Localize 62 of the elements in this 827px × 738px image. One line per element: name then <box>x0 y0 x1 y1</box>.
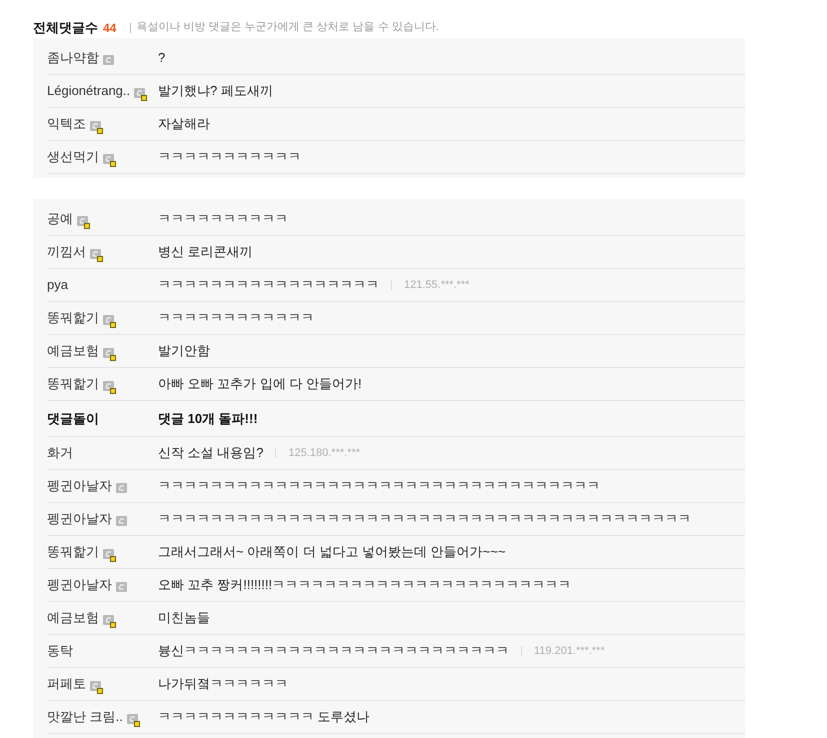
comment-author[interactable]: 끼낌서 <box>47 242 86 262</box>
comment-author[interactable]: pya <box>47 275 68 295</box>
member-badge-icon <box>103 314 116 328</box>
comment-text: 댓글 10개 돌파!!! <box>158 410 258 428</box>
comment-author[interactable]: 맛깔난 크림.. <box>47 707 123 727</box>
comment-author[interactable]: 동탁 <box>47 641 73 661</box>
comment-text: 나가뒤졐ㅋㅋㅋㅋㅋㅋ <box>158 675 288 694</box>
comment-text: 발기했냐? 페도새끼 <box>158 82 273 100</box>
comment-text: ㅋㅋㅋㅋㅋㅋㅋㅋㅋㅋㅋㅋ 도루셨나 <box>158 708 370 726</box>
comment-text: 신작 소설 내용임? <box>158 444 264 462</box>
member-badge-icon <box>103 348 116 360</box>
comment-author[interactable]: 펭귄아날자 <box>47 476 112 496</box>
comment-author[interactable]: 좀나약함 <box>47 48 99 68</box>
member-badge-icon <box>116 516 127 526</box>
comment-author[interactable]: 화거 <box>47 443 73 463</box>
comment-text: ㅋㅋㅋㅋㅋㅋㅋㅋㅋㅋ <box>158 210 288 228</box>
member-badge-icon <box>103 614 116 628</box>
comment-text: ㅋㅋㅋㅋㅋㅋㅋㅋㅋㅋㅋㅋㅋㅋㅋㅋㅋ <box>158 276 379 294</box>
comment-author[interactable]: 똥꿔핥기 <box>47 542 99 562</box>
comment-count-label: 전체댓글수 <box>33 18 98 37</box>
member-badge-icon <box>77 216 90 228</box>
member-badge-icon <box>103 380 116 394</box>
comment-text: 미친놈들 <box>158 609 210 628</box>
comment-text: 오빠 꼬추 짱커!!!!!!!!ㅋㅋㅋㅋㅋㅋㅋㅋㅋㅋㅋㅋㅋㅋㅋㅋㅋㅋㅋㅋㅋㅋㅋ <box>158 576 572 594</box>
comment-text: 병신 로리콘새끼 <box>158 243 253 262</box>
comment-text: 아빠 오빠 꼬추가 입에 다 안들어가! <box>158 375 362 394</box>
ip-address: 121.55.***.*** <box>404 278 470 293</box>
comment-text: ? <box>158 49 166 68</box>
member-badge-icon <box>116 483 127 493</box>
member-badge-icon <box>103 548 116 562</box>
member-badge-icon <box>90 680 103 694</box>
comment-text: ㅋㅋㅋㅋㅋㅋㅋㅋㅋㅋㅋ <box>158 148 301 166</box>
member-badge-icon <box>116 582 127 592</box>
comment-author[interactable]: 댓글돌이 <box>47 408 99 428</box>
comment-text: ㅋㅋㅋㅋㅋㅋㅋㅋㅋㅋㅋㅋㅋㅋㅋㅋㅋㅋㅋㅋㅋㅋㅋㅋㅋㅋㅋㅋㅋㅋㅋㅋㅋㅋㅋㅋㅋㅋㅋㅋㅋ <box>158 510 691 528</box>
comment-text: 자살해라 <box>158 115 210 134</box>
comment-author[interactable]: 예금보험 <box>47 608 99 628</box>
member-badge-icon <box>90 248 103 262</box>
comment-notice: 욕설이나 비방 댓글은 누군가에게 큰 상처로 남을 수 있습니다. <box>136 20 439 36</box>
comment-author[interactable]: Légionétrang.. <box>47 81 130 101</box>
comment-text: ㅋㅋㅋㅋㅋㅋㅋㅋㅋㅋㅋㅋㅋㅋㅋㅋㅋㅋㅋㅋㅋㅋㅋㅋㅋㅋㅋㅋㅋㅋㅋㅋㅋㅋ <box>158 477 600 496</box>
member-badge-icon <box>103 55 114 65</box>
ip-address: 119.201.***.*** <box>534 644 605 659</box>
comment-author[interactable]: 공예 <box>47 209 73 229</box>
comment-text: 븅신ㅋㅋㅋㅋㅋㅋㅋㅋㅋㅋㅋㅋㅋㅋㅋㅋㅋㅋㅋㅋㅋㅋㅋㅋㅋ <box>158 642 509 660</box>
member-badge-icon <box>126 714 140 726</box>
comment-author[interactable]: 퍼페토 <box>47 674 86 694</box>
comment-text: 그래서그래서~ 아래쪽이 더 넓다고 넣어봤는데 안들어가~~~ <box>158 543 506 562</box>
comment-author[interactable]: 펭귄아날자 <box>47 509 112 529</box>
comment-text: ㅋㅋㅋㅋㅋㅋㅋㅋㅋㅋㅋㅋ <box>158 309 314 328</box>
comment-author[interactable]: 익텍조 <box>47 114 86 134</box>
comment-author[interactable]: 똥꿔핥기 <box>47 374 99 394</box>
member-badge-icon <box>103 154 116 166</box>
comment-author[interactable]: 생선먹기 <box>47 147 99 167</box>
comment-text: 발기안함 <box>158 342 210 360</box>
member-badge-icon <box>134 88 148 100</box>
comment-author[interactable]: 펭귄아날자 <box>47 575 112 595</box>
comment-count: 44 <box>103 20 116 36</box>
comment-author[interactable]: 예금보험 <box>47 341 99 361</box>
comment-author[interactable]: 똥꿔핥기 <box>47 308 99 328</box>
ip-address: 125.180.***.*** <box>288 446 360 461</box>
member-badge-icon <box>90 120 103 134</box>
